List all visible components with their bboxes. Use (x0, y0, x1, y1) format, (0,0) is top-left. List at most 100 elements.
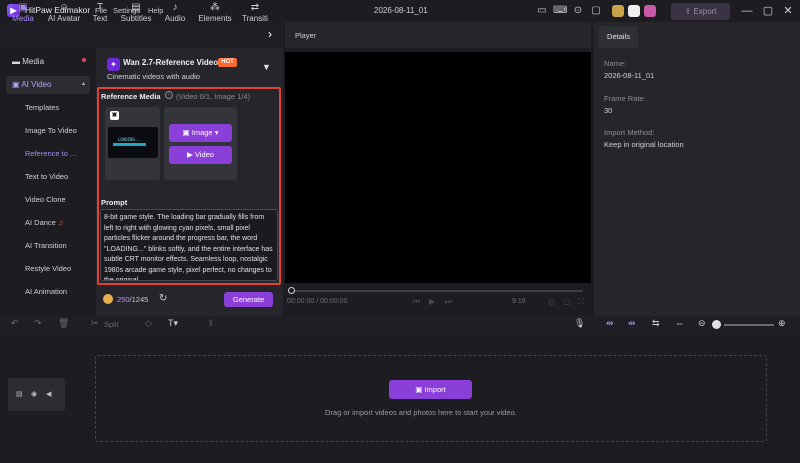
subtitles-icon: ▤ (131, 2, 141, 13)
generate-button[interactable]: Generate (224, 292, 273, 307)
split-label[interactable]: Split (104, 320, 119, 329)
zoom-slider-handle[interactable] (712, 320, 721, 329)
credits-counter: 250/1245 (117, 295, 149, 304)
minimize-icon[interactable]: — (740, 4, 754, 18)
sync-icon[interactable]: ⇆ (652, 318, 660, 329)
video-icon: ▶ (187, 150, 193, 159)
reference-counts: (Video 0/1, Image 1/4) (176, 92, 251, 101)
undo-icon[interactable]: ↶ (11, 318, 19, 329)
sidebar-group-ai-video[interactable]: ▣ AI Video (6, 76, 90, 94)
text-tool-icon[interactable]: T▾ (168, 318, 178, 329)
layout-icon[interactable]: ▭ (535, 4, 549, 18)
shield-icon[interactable]: ◇ (145, 318, 152, 329)
user-avatar-icon[interactable] (644, 5, 656, 17)
delete-icon[interactable]: 🗑 (58, 318, 69, 329)
add-video-button[interactable]: ▶ Video (169, 146, 232, 164)
tab-text[interactable]: T Text (89, 2, 111, 26)
ai-video-icon: ▣ (12, 80, 20, 89)
sidebar-item-restyle-video[interactable]: Restyle Video (25, 264, 71, 273)
tab-media[interactable]: ▣ Media (8, 2, 38, 26)
avatar-icon: ☺ (58, 2, 70, 13)
crop-icon[interactable]: ▢ (563, 297, 571, 306)
thumbnail-loading-text: LOADING... (118, 137, 143, 142)
player-header (285, 22, 591, 48)
model-icon: ✦ (107, 58, 120, 71)
tab-ai-avatar[interactable]: ☺ AI Avatar (44, 2, 84, 26)
close-icon[interactable]: ✕ (781, 4, 795, 18)
microphone-icon[interactable]: 🎙 (574, 318, 585, 329)
sidebar-item-ai-dance[interactable]: AI Dance ♫ (25, 218, 64, 227)
prompt-textarea[interactable]: 8-bit game style. The loading bar gradua… (100, 209, 278, 281)
sidebar-item-templates[interactable]: Templates (25, 103, 59, 112)
image-icon: ▣ (182, 128, 190, 137)
keyboard-icon[interactable]: ⌨ (553, 4, 567, 18)
detail-import-method-value: Keep in original location (604, 140, 684, 149)
split-icon[interactable]: ✂ (91, 318, 99, 329)
zoom-in-icon[interactable]: ⊕ (778, 318, 786, 329)
player-title: Player (295, 31, 317, 40)
hot-badge: HOT (218, 58, 237, 67)
player-scrubber[interactable] (293, 290, 583, 292)
sidebar-group-media[interactable]: ▬ Media (6, 53, 90, 71)
project-name: 2026-08-11_01 (374, 6, 428, 15)
tab-audio[interactable]: ♪ Audio (161, 2, 189, 26)
snapshot-icon[interactable]: ◎ (548, 297, 555, 306)
redo-icon[interactable]: ↷ (34, 318, 42, 329)
prompt-label: Prompt (101, 198, 128, 207)
text-icon: T (96, 2, 104, 13)
new-dot-icon (82, 58, 86, 62)
previous-frame-icon[interactable]: ⏮ (413, 297, 420, 307)
tab-elements[interactable]: ⁂ Elements (195, 2, 235, 26)
sidebar-item-text-to-video[interactable]: Text to Video (25, 172, 68, 181)
sidebar-item-ai-transition[interactable]: AI Transition (25, 241, 67, 250)
link-icon[interactable]: ⇹ (628, 318, 636, 329)
detail-name-value: 2026-08-11_01 (604, 71, 655, 80)
detail-name-key: Name: (604, 59, 627, 68)
sidebar-item-image-to-video[interactable]: Image To Video (25, 126, 77, 135)
track-video-icon[interactable]: ▤ (16, 390, 23, 398)
add-reference-card (164, 107, 237, 180)
collapse-icon[interactable]: ▴ (82, 80, 85, 87)
chevron-down-icon: ▾ (214, 128, 219, 137)
dropdown-caret-icon[interactable]: ▼ (262, 62, 271, 72)
export-button[interactable]: ⇪ Export (671, 3, 730, 20)
tab-subtitles[interactable]: ▤ Subtitles (117, 2, 155, 26)
refresh-icon[interactable]: ↻ (159, 293, 167, 304)
play-icon[interactable]: ▶ (429, 297, 435, 306)
sidebar-item-video-clone[interactable]: Video Clone (25, 195, 66, 204)
scrubber-handle[interactable] (288, 287, 295, 294)
tab-details[interactable]: Details (599, 26, 638, 48)
maximize-icon[interactable]: ▢ (761, 4, 775, 18)
export-frame-icon[interactable]: ⇪ (207, 318, 215, 329)
reference-media-label: Reference Media (101, 92, 161, 101)
import-folder-icon: ▣ (415, 385, 423, 394)
zoom-slider[interactable] (724, 324, 774, 326)
add-image-button[interactable]: ▣ Image ▾ (169, 124, 232, 142)
promo-gift-icon[interactable] (612, 5, 624, 17)
aspect-ratio[interactable]: 9:16 (512, 298, 526, 305)
player-preview[interactable] (285, 52, 591, 283)
download-icon[interactable]: ⊙ (571, 4, 585, 18)
player-timecode: 00:00:00 / 00:00:00 (287, 298, 348, 305)
import-button[interactable]: ▣ Import (389, 380, 472, 399)
credits-coin-icon (103, 294, 113, 304)
sidebar-item-reference-to-video[interactable]: Reference to ... (25, 149, 76, 158)
tab-transition[interactable]: ⇄ Transiti (240, 2, 270, 26)
thumbnail-loading-bar (113, 143, 146, 146)
magnet-snap-icon[interactable]: ⇹ (606, 318, 614, 329)
next-frame-icon[interactable]: ⏭ (445, 297, 452, 307)
info-icon[interactable]: i (165, 91, 173, 99)
fit-icon[interactable]: ⇔ (675, 318, 684, 328)
media-icon: ▣ (18, 2, 28, 13)
elements-icon: ⁂ (210, 2, 220, 13)
monitor-icon[interactable]: ▢ (589, 4, 603, 18)
promo-badge-icon[interactable] (628, 5, 640, 17)
zoom-out-icon[interactable]: ⊖ (698, 318, 706, 329)
sidebar-item-ai-animation[interactable]: AI Animation (25, 287, 67, 296)
detail-frame-rate-key: Frame Rate: (604, 94, 646, 103)
tabs-scroll-right-icon[interactable]: › (268, 27, 272, 41)
track-audio-icon[interactable]: ◀ (46, 390, 51, 398)
track-visibility-icon[interactable]: ◉ (31, 390, 37, 398)
detail-import-method-key: Import Method: (604, 128, 655, 137)
fullscreen-icon[interactable]: ⛶ (578, 297, 584, 307)
